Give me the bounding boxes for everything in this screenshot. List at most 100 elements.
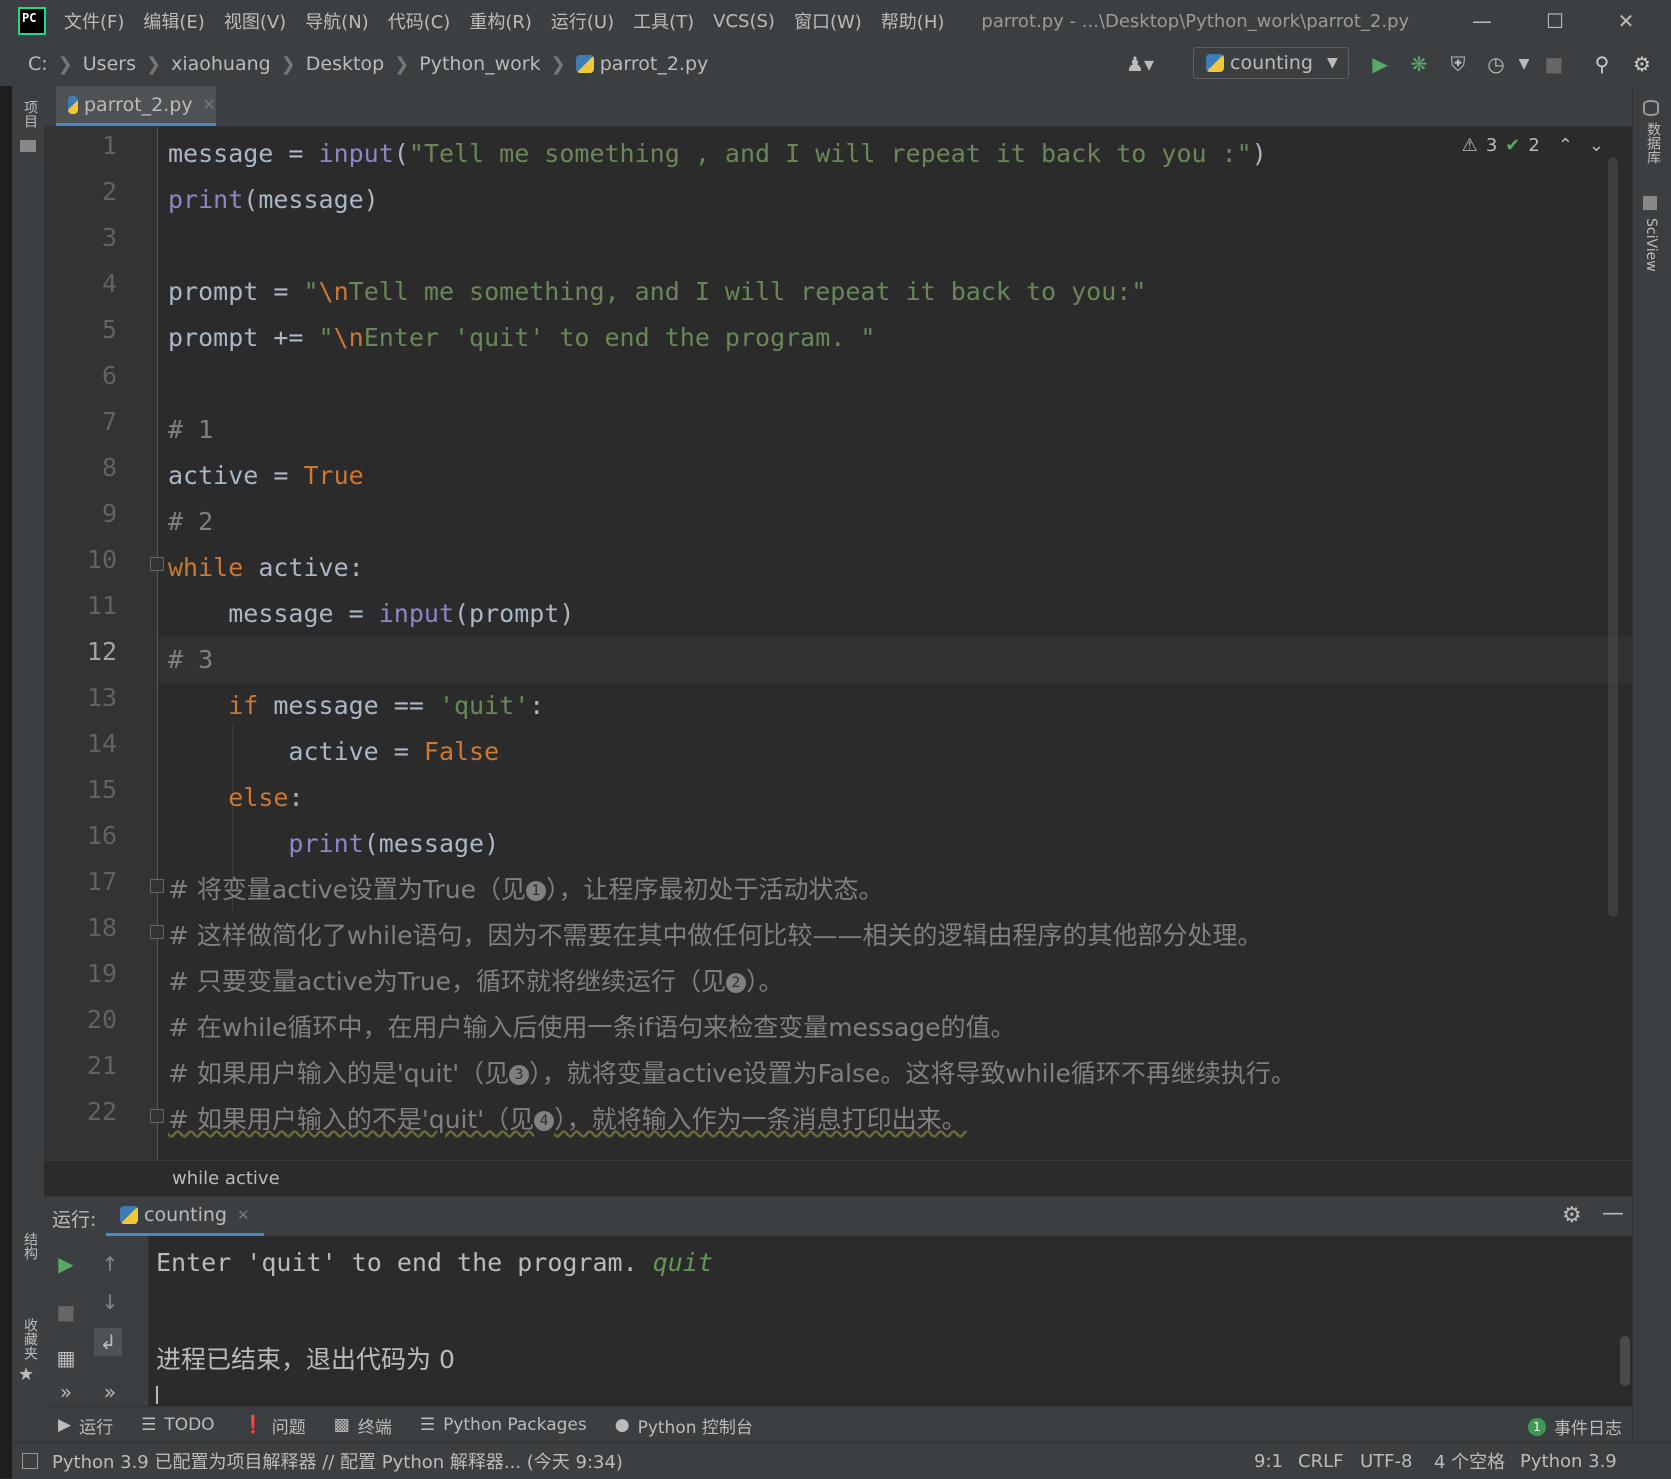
tab-label: parrot_2.py <box>84 93 193 116</box>
tooltab-terminal[interactable]: ▩ 终端 <box>334 1413 392 1438</box>
arrow-down-icon[interactable]: ↓ <box>96 1288 124 1316</box>
tooltab-python-console[interactable]: ● Python 控制台 <box>615 1413 753 1438</box>
ok-count: 2 <box>1528 135 1540 156</box>
menu-edit[interactable]: 编辑(E) <box>143 8 204 34</box>
breadcrumb-python-work[interactable]: Python_work <box>419 53 540 75</box>
search-icon[interactable]: ⚲ <box>1590 52 1614 76</box>
chevron-down-icon: ▼ <box>1327 55 1338 71</box>
profile-icon[interactable]: ◷ <box>1484 52 1508 76</box>
run-tab-counting[interactable]: counting ✕ <box>106 1197 264 1237</box>
line-separator[interactable]: CRLF <box>1298 1443 1343 1479</box>
gear-icon[interactable]: ⚙ <box>1630 52 1654 76</box>
code-line-16: print(message) <box>288 829 500 858</box>
toggle-tool-windows-icon[interactable] <box>22 1453 38 1469</box>
menu-window[interactable]: 窗口(W) <box>794 8 862 34</box>
layout-icon[interactable]: ▦ <box>52 1344 80 1372</box>
python-interpreter[interactable]: Python 3.9 <box>1520 1443 1617 1479</box>
tool-structure[interactable]: 结构 <box>20 1232 40 1260</box>
python-file-icon <box>120 1206 138 1224</box>
run-icon[interactable]: ▶ <box>1368 52 1392 76</box>
run-config-select[interactable]: counting ▼ <box>1193 47 1349 79</box>
tool-sciview[interactable]: SciView <box>1643 218 1659 272</box>
fold-marker-icon[interactable] <box>150 557 164 571</box>
circled-number: 1 <box>525 881 546 901</box>
debug-icon[interactable]: ❋ <box>1407 52 1431 76</box>
menu-vcs[interactable]: VCS(S) <box>713 11 775 32</box>
code-line-14: active = False <box>288 737 500 766</box>
breadcrumb-scope[interactable]: while active <box>172 1168 280 1189</box>
navigation-bar: C: ❯ Users ❯ xiaohuang ❯ Desktop ❯ Pytho… <box>0 42 1671 87</box>
info-icon: ❗ <box>242 1415 264 1435</box>
chevron-down-icon[interactable]: ⌄ <box>1589 135 1604 156</box>
rerun-icon[interactable]: ▶ <box>52 1250 80 1278</box>
editor-scrollbar[interactable] <box>1608 157 1618 917</box>
maximize-icon[interactable]: ☐ <box>1525 0 1585 42</box>
indent-setting[interactable]: 4 个空格 <box>1434 1443 1505 1479</box>
tool-favorites[interactable]: 收藏夹 <box>20 1318 40 1360</box>
code-editor[interactable]: 1 2 3 4 5 6 7 8 9 10 11 12 13 14 15 16 1… <box>44 127 1632 1160</box>
fold-marker-icon[interactable] <box>150 925 164 939</box>
arrow-up-icon[interactable]: ↑ <box>96 1250 124 1278</box>
run-console[interactable]: ▶ ↑ ■ ↓ ↲ ▦ » » Enter 'quit' to end the … <box>44 1236 1632 1406</box>
code-line-5: prompt += "\nEnter 'quit' to end the pro… <box>168 323 876 352</box>
menu-file[interactable]: 文件(F) <box>64 8 124 34</box>
line-number: 8 <box>101 453 117 482</box>
editor-breadcrumb[interactable]: while active <box>44 1160 1632 1197</box>
tab-parrot-2[interactable]: parrot_2.py ✕ <box>56 86 216 126</box>
list-icon: ☰ <box>141 1415 157 1435</box>
user-account-icon[interactable]: ♟▾ <box>1126 52 1154 76</box>
event-log-button[interactable]: 1 事件日志 <box>1528 1414 1622 1439</box>
fold-marker-icon[interactable] <box>150 879 164 893</box>
more-icon[interactable]: » <box>52 1378 80 1406</box>
menu-view[interactable]: 视图(V) <box>224 8 286 34</box>
play-icon: ▶ <box>58 1415 72 1435</box>
gear-icon[interactable]: ⚙ <box>1562 1203 1582 1228</box>
menu-run[interactable]: 运行(U) <box>551 8 614 34</box>
tooltab-run[interactable]: ▶ 运行 <box>58 1413 113 1438</box>
menu-code[interactable]: 代码(C) <box>388 8 451 34</box>
warning-count: 3 <box>1485 135 1498 156</box>
breadcrumb-users[interactable]: Users <box>83 53 136 75</box>
minimize-icon[interactable]: — <box>1452 0 1512 42</box>
status-message[interactable]: Python 3.9 已配置为项目解释器 // 配置 Python 解释器...… <box>52 1448 623 1474</box>
event-count-badge: 1 <box>1528 1417 1546 1436</box>
more-icon[interactable]: » <box>96 1378 124 1406</box>
code-line-19: # 只要变量active为True，循环就将继续运行（见 2）。 <box>168 967 784 996</box>
menu-refactor[interactable]: 重构(R) <box>469 8 532 34</box>
database-icon <box>1643 100 1659 116</box>
close-tab-icon[interactable]: ✕ <box>203 95 216 114</box>
code-line-20: # 在while循环中，在用户输入后使用一条if语句来检查变量message的值… <box>168 1013 1016 1042</box>
close-tab-icon[interactable]: ✕ <box>237 1206 250 1224</box>
chevron-down-icon[interactable]: ▼ <box>1512 52 1536 76</box>
tooltab-problems[interactable]: ❗ 问题 <box>243 1413 306 1438</box>
line-number: 16 <box>86 821 117 850</box>
tooltab-todo[interactable]: ☰ TODO <box>141 1415 215 1435</box>
stop-icon[interactable]: ■ <box>52 1298 80 1326</box>
hide-panel-icon[interactable]: — <box>1602 1201 1624 1226</box>
menu-tools[interactable]: 工具(T) <box>633 8 694 34</box>
breadcrumb-xiaohuang[interactable]: xiaohuang <box>171 53 271 75</box>
tool-project[interactable]: 项目 <box>20 100 40 128</box>
chevron-right-icon: ❯ <box>394 53 410 75</box>
close-window-icon[interactable]: ✕ <box>1596 0 1656 42</box>
menu-navigate[interactable]: 导航(N) <box>305 8 369 34</box>
tool-database[interactable]: 数据库 <box>1643 122 1663 164</box>
coverage-icon[interactable]: ⛨ <box>1446 52 1470 76</box>
chevron-up-icon[interactable]: ⌃ <box>1558 135 1573 156</box>
menu-help[interactable]: 帮助(H) <box>881 8 945 34</box>
stop-icon[interactable]: ■ <box>1542 52 1566 76</box>
code-line-17: # 将变量active设置为True（见 1 ），让程序最初处于活动状态。 <box>168 875 884 904</box>
caret-position[interactable]: 9:1 <box>1254 1443 1283 1479</box>
code-line-2: print(message) <box>168 185 379 214</box>
fold-marker-icon[interactable] <box>150 1109 164 1123</box>
tooltab-python-packages[interactable]: ☰ Python Packages <box>420 1415 587 1435</box>
breadcrumb-desktop[interactable]: Desktop <box>306 53 384 75</box>
breadcrumb-drive[interactable]: C: <box>28 53 48 75</box>
file-encoding[interactable]: UTF-8 <box>1360 1443 1412 1479</box>
tool-window-tabs: ▶ 运行 ☰ TODO ❗ 问题 ▩ 终端 ☰ Python Packages ● Pyth… <box>44 1406 1632 1443</box>
window-title: parrot.py - ...\Desktop\Python_work\parr… <box>981 10 1410 32</box>
soft-wrap-icon[interactable]: ↲ <box>94 1328 122 1356</box>
inspection-widget[interactable]: ⚠ 3 ✔ 2 ⌃ ⌄ <box>1462 135 1604 156</box>
breadcrumb-file[interactable]: parrot_2.py <box>600 53 709 75</box>
console-scrollbar[interactable] <box>1620 1336 1630 1386</box>
